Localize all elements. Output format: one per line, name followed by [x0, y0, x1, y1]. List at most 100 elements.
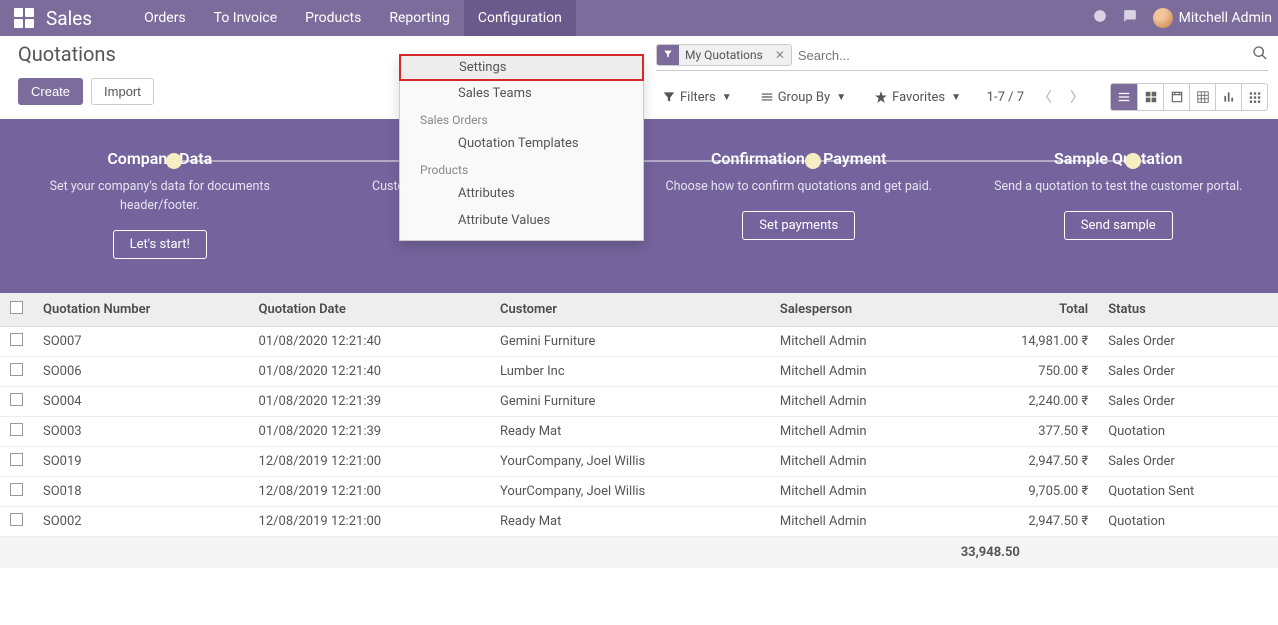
- nav-reporting[interactable]: Reporting: [375, 0, 464, 36]
- onboard-desc: Choose how to confirm quotations and get…: [659, 178, 939, 197]
- view-calendar[interactable]: [1163, 84, 1189, 110]
- cell-number: SO002: [33, 506, 249, 536]
- menu-header-sales-orders: Sales Orders: [400, 107, 643, 130]
- nav-orders[interactable]: Orders: [130, 0, 200, 36]
- clock-icon[interactable]: [1093, 9, 1107, 27]
- filters-button[interactable]: Filters▼: [656, 87, 738, 108]
- view-switcher: [1110, 83, 1268, 111]
- funnel-icon: [657, 45, 679, 65]
- menu-sales-teams[interactable]: Sales Teams: [400, 80, 643, 107]
- cell-date: 01/08/2020 12:21:40: [249, 326, 490, 356]
- onboard-desc: Set your company's data for documents he…: [20, 178, 300, 216]
- cell-salesperson: Mitchell Admin: [770, 416, 951, 446]
- cell-customer: Ready Mat: [490, 506, 770, 536]
- table-row[interactable]: SO002 12/08/2019 12:21:00 Ready Mat Mitc…: [0, 506, 1278, 536]
- table-row[interactable]: SO003 01/08/2020 12:21:39 Ready Mat Mitc…: [0, 416, 1278, 446]
- footer-total: 33,948.50: [951, 536, 1099, 568]
- search-input[interactable]: [798, 48, 1246, 63]
- apps-icon[interactable]: [14, 8, 34, 28]
- row-checkbox[interactable]: [10, 333, 23, 346]
- nav-configuration[interactable]: Configuration: [464, 0, 576, 36]
- star-icon: [874, 90, 888, 104]
- nav-to-invoice[interactable]: To Invoice: [200, 0, 292, 36]
- list-icon: [760, 90, 774, 104]
- import-button[interactable]: Import: [91, 78, 154, 105]
- cell-status: Sales Order: [1098, 356, 1278, 386]
- pager-next[interactable]: 〉: [1066, 87, 1088, 107]
- view-pivot[interactable]: [1189, 84, 1215, 110]
- search-icon[interactable]: [1252, 45, 1268, 65]
- cell-total: 750.00 ₹: [951, 356, 1099, 386]
- cell-status: Sales Order: [1098, 446, 1278, 476]
- col-salesperson[interactable]: Salesperson: [770, 293, 951, 327]
- onboard-button[interactable]: Let's start!: [113, 230, 207, 259]
- col-number[interactable]: Quotation Number: [33, 293, 249, 327]
- view-graph[interactable]: [1215, 84, 1241, 110]
- chat-icon[interactable]: [1123, 9, 1137, 27]
- row-checkbox[interactable]: [10, 423, 23, 436]
- cell-date: 12/08/2019 12:21:00: [249, 476, 490, 506]
- favorites-button[interactable]: Favorites▼: [868, 87, 967, 108]
- table-row[interactable]: SO004 01/08/2020 12:21:39 Gemini Furnitu…: [0, 386, 1278, 416]
- onboard-step-3: Sample Quotation Send a quotation to tes…: [959, 149, 1278, 259]
- cell-salesperson: Mitchell Admin: [770, 476, 951, 506]
- nav-products[interactable]: Products: [291, 0, 375, 36]
- pager-prev[interactable]: 〈: [1034, 87, 1056, 107]
- col-date[interactable]: Quotation Date: [249, 293, 490, 327]
- create-button[interactable]: Create: [18, 78, 83, 105]
- row-checkbox[interactable]: [10, 483, 23, 496]
- user-menu[interactable]: Mitchell Admin: [1153, 8, 1272, 28]
- onboard-title: Company Data: [20, 149, 300, 168]
- groupby-button[interactable]: Group By▼: [754, 87, 852, 108]
- app-title[interactable]: Sales: [46, 7, 92, 30]
- onboard-step-2: Confirmation & Payment Choose how to con…: [639, 149, 959, 259]
- menu-quotation-templates[interactable]: Quotation Templates: [400, 130, 643, 157]
- select-all-checkbox[interactable]: [10, 301, 23, 314]
- cell-date: 01/08/2020 12:21:39: [249, 386, 490, 416]
- cell-status: Sales Order: [1098, 386, 1278, 416]
- table-row[interactable]: SO007 01/08/2020 12:21:40 Gemini Furnitu…: [0, 326, 1278, 356]
- col-customer[interactable]: Customer: [490, 293, 770, 327]
- cell-number: SO007: [33, 326, 249, 356]
- cell-total: 2,947.50 ₹: [951, 446, 1099, 476]
- cell-salesperson: Mitchell Admin: [770, 386, 951, 416]
- row-checkbox[interactable]: [10, 513, 23, 526]
- table-row[interactable]: SO018 12/08/2019 12:21:00 YourCompany, J…: [0, 476, 1278, 506]
- col-status[interactable]: Status: [1098, 293, 1278, 327]
- cell-status: Sales Order: [1098, 326, 1278, 356]
- cell-date: 01/08/2020 12:21:39: [249, 416, 490, 446]
- cell-date: 12/08/2019 12:21:00: [249, 446, 490, 476]
- row-checkbox[interactable]: [10, 363, 23, 376]
- menu-header-products: Products: [400, 157, 643, 180]
- user-name: Mitchell Admin: [1179, 10, 1272, 26]
- cell-total: 2,240.00 ₹: [951, 386, 1099, 416]
- cell-customer: YourCompany, Joel Willis: [490, 446, 770, 476]
- close-icon[interactable]: ✕: [769, 45, 791, 65]
- row-checkbox[interactable]: [10, 453, 23, 466]
- cell-total: 2,947.50 ₹: [951, 506, 1099, 536]
- cell-number: SO003: [33, 416, 249, 446]
- cell-total: 9,705.00 ₹: [951, 476, 1099, 506]
- view-kanban[interactable]: [1137, 84, 1163, 110]
- cell-status: Quotation: [1098, 416, 1278, 446]
- menu-attributes[interactable]: Attributes: [400, 180, 643, 207]
- table-row[interactable]: SO006 01/08/2020 12:21:40 Lumber Inc Mit…: [0, 356, 1278, 386]
- onboard-button[interactable]: Send sample: [1064, 211, 1173, 240]
- onboard-step-0: Company Data Set your company's data for…: [0, 149, 320, 259]
- breadcrumb: Quotations: [18, 42, 154, 66]
- cell-salesperson: Mitchell Admin: [770, 446, 951, 476]
- search-filter-tag[interactable]: My Quotations ✕: [656, 44, 792, 66]
- menu-attribute-values[interactable]: Attribute Values: [400, 207, 643, 234]
- col-total[interactable]: Total: [951, 293, 1099, 327]
- quotations-table: Quotation Number Quotation Date Customer…: [0, 293, 1278, 568]
- onboard-button[interactable]: Set payments: [742, 211, 855, 240]
- view-activity[interactable]: [1241, 84, 1267, 110]
- pager: 1-7 / 7 〈 〉: [987, 87, 1088, 107]
- menu-settings[interactable]: Settings: [399, 54, 644, 81]
- onboard-desc: Send a quotation to test the customer po…: [979, 178, 1259, 197]
- table-row[interactable]: SO019 12/08/2019 12:21:00 YourCompany, J…: [0, 446, 1278, 476]
- cell-total: 14,981.00 ₹: [951, 326, 1099, 356]
- row-checkbox[interactable]: [10, 393, 23, 406]
- view-list[interactable]: [1111, 84, 1137, 110]
- onboard-title: Sample Quotation: [979, 149, 1259, 168]
